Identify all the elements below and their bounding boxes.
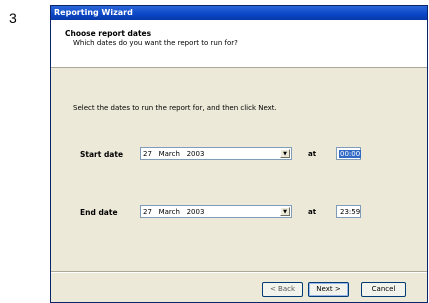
chevron-down-icon[interactable]: ▼ — [280, 207, 290, 216]
end-at-label: at — [308, 208, 317, 216]
start-time-value: 00:00 — [339, 150, 362, 158]
start-date-label: Start date — [80, 150, 124, 159]
next-button[interactable]: Next > — [308, 282, 349, 297]
header-subtitle: Which dates do you want the report to ru… — [73, 39, 238, 47]
end-date-value: 27 March 2003 — [143, 208, 205, 216]
header-title: Choose report dates — [65, 29, 152, 38]
end-date-label: End date — [80, 208, 118, 217]
start-date-value: 27 March 2003 — [143, 150, 205, 158]
end-time-value: 23:59 — [340, 208, 361, 216]
back-button[interactable]: < Back — [262, 282, 303, 297]
start-date-picker[interactable]: 27 March 2003 ▼ — [140, 147, 292, 160]
footer-divider — [51, 271, 427, 273]
start-time-input[interactable]: 00:00 — [336, 147, 362, 160]
wizard-window: Reporting Wizard Choose report dates Whi… — [50, 5, 428, 303]
wizard-header: Choose report dates Which dates do you w… — [51, 20, 427, 68]
step-number: 3 — [9, 10, 17, 26]
end-time-input[interactable]: 23:59 — [336, 205, 361, 218]
window-title: Reporting Wizard — [51, 6, 427, 20]
start-at-label: at — [308, 150, 317, 158]
cancel-button[interactable]: Cancel — [361, 282, 406, 297]
instruction-text: Select the dates to run the report for, … — [73, 104, 277, 112]
end-date-picker[interactable]: 27 March 2003 ▼ — [140, 205, 292, 218]
chevron-down-icon[interactable]: ▼ — [280, 149, 290, 158]
